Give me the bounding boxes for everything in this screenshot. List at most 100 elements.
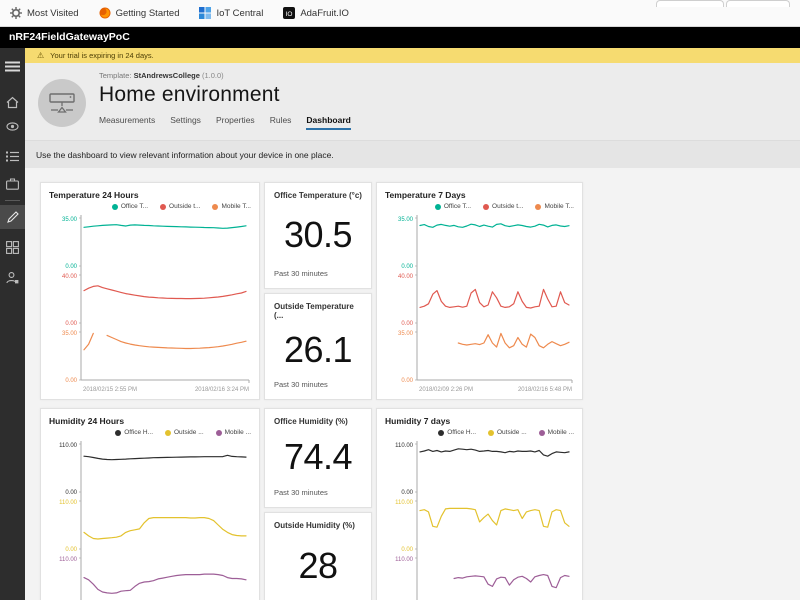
- legend-dot: [165, 430, 171, 436]
- sidebar-nav: [0, 48, 25, 600]
- svg-text:IO: IO: [286, 11, 293, 18]
- tab-properties[interactable]: Properties: [216, 115, 255, 130]
- adafruit-icon: IO: [283, 7, 295, 19]
- kpi-caption: Past 30 minutes: [274, 488, 362, 499]
- legend-item[interactable]: Outside t...: [483, 203, 523, 210]
- line-chart: 110.000.00110.000.00110.000.002018/02/15…: [49, 438, 251, 600]
- line-chart: 35.00 0.00 40.00 0.00 35.00 0.00 2018/02/09 2:…: [385, 212, 574, 402]
- trial-banner: ⚠ Your trial is expiring in 24 days.: [25, 48, 800, 63]
- kpi-value: 26.1: [274, 320, 362, 380]
- svg-text:0.00: 0.00: [401, 490, 413, 496]
- legend-dot: [438, 430, 444, 436]
- legend-item[interactable]: Mobile T...: [535, 203, 574, 210]
- tab-measurements[interactable]: Measurements: [99, 115, 155, 130]
- svg-text:35.00: 35.00: [62, 217, 78, 223]
- legend-item[interactable]: Office H...: [115, 429, 153, 436]
- legend-dot: [539, 430, 545, 436]
- svg-text:2018/02/09 2:26 PM: 2018/02/09 2:26 PM: [419, 387, 473, 393]
- kpi-title: Outside Temperature (...: [274, 302, 362, 320]
- svg-text:0.00: 0.00: [401, 321, 413, 327]
- svg-text:0.00: 0.00: [401, 547, 413, 553]
- kpi-office-temperature: Office Temperature (°c) 30.5 Past 30 min…: [264, 182, 372, 289]
- svg-text:0.00: 0.00: [65, 264, 77, 270]
- svg-text:110.00: 110.00: [395, 557, 414, 563]
- legend-item[interactable]: Outside ...: [488, 429, 527, 436]
- line-chart: 110.000.00110.000.00110.000.002018/02/09…: [385, 438, 574, 600]
- chart-humidity-24h: Humidity 24 Hours Office H... Outside ...…: [40, 408, 260, 600]
- tab-settings[interactable]: Settings: [170, 115, 201, 130]
- chart-title: Humidity 24 Hours: [49, 416, 251, 427]
- svg-text:0.00: 0.00: [65, 547, 77, 553]
- svg-text:35.00: 35.00: [398, 331, 414, 337]
- legend-item[interactable]: Mobile ...: [216, 429, 251, 436]
- legend-dot: [535, 204, 541, 210]
- kpi-value: 74.4: [274, 426, 362, 488]
- analytics-icon[interactable]: [0, 172, 25, 196]
- warning-icon: ⚠: [37, 51, 44, 60]
- device-sets-icon[interactable]: [0, 144, 25, 168]
- browser-tab-edge: [656, 0, 724, 7]
- kpi-title: Office Temperature (°c): [274, 191, 362, 200]
- menu-icon[interactable]: [0, 54, 25, 78]
- chart-legend: Office H... Outside ... Mobile ...: [49, 427, 251, 438]
- bookmark-most-visited[interactable]: Most Visited: [10, 7, 79, 19]
- tab-dashboard[interactable]: Dashboard: [306, 115, 350, 130]
- bookmark-adafruit[interactable]: IO AdaFruit.IO: [283, 7, 349, 19]
- legend-dot: [160, 204, 166, 210]
- svg-text:0.00: 0.00: [65, 321, 77, 327]
- chart-legend: Office T... Outside t... Mobile T...: [49, 201, 251, 212]
- legend-item[interactable]: Office T...: [435, 203, 471, 210]
- microsoft-squares-icon: [199, 7, 211, 19]
- chart-humidity-7d: Humidity 7 days Office H... Outside ... Mo…: [376, 408, 583, 600]
- legend-item[interactable]: Mobile T...: [212, 203, 251, 210]
- dashboard-content: Temperature 24 Hours Office T...Outside …: [25, 168, 800, 600]
- home-icon[interactable]: [0, 90, 25, 114]
- legend-item[interactable]: Outside t...: [160, 203, 200, 210]
- kpi-value: 30.5: [274, 200, 362, 269]
- svg-text:0.00: 0.00: [401, 264, 413, 270]
- window-title: nRF24FieldGatewayPoC: [0, 27, 800, 48]
- chart-legend: Office T... Outside t... Mobile T...: [385, 201, 574, 212]
- bookmark-iot-central[interactable]: IoT Central: [199, 7, 263, 19]
- page-title: Home environment: [99, 83, 351, 107]
- legend-item[interactable]: Outside ...: [165, 429, 204, 436]
- svg-text:2018/02/16 3:24 PM: 2018/02/16 3:24 PM: [195, 387, 249, 393]
- legend-item[interactable]: Office H...: [438, 429, 476, 436]
- gear-icon: [10, 7, 22, 19]
- app-builder-icon[interactable]: [0, 205, 25, 229]
- template-version: (1.0.0): [202, 71, 224, 80]
- kpi-caption: Past 30 minutes: [274, 269, 362, 280]
- svg-text:40.00: 40.00: [62, 274, 78, 280]
- legend-item[interactable]: Office T...: [112, 203, 148, 210]
- user-icon[interactable]: [0, 265, 25, 289]
- legend-dot: [488, 430, 494, 436]
- device-explorer-icon[interactable]: [0, 114, 25, 138]
- bookmark-label: Getting Started: [116, 8, 180, 19]
- svg-text:0.00: 0.00: [401, 378, 413, 384]
- svg-text:0.00: 0.00: [65, 490, 77, 496]
- svg-text:2018/02/16 5:48 PM: 2018/02/16 5:48 PM: [518, 387, 572, 393]
- dashboard-description: Use the dashboard to view relevant infor…: [25, 140, 800, 168]
- svg-text:110.00: 110.00: [59, 557, 78, 563]
- legend-dot: [112, 204, 118, 210]
- svg-text:35.00: 35.00: [398, 217, 414, 223]
- svg-text:110.00: 110.00: [395, 500, 414, 506]
- legend-item[interactable]: Mobile ...: [539, 429, 574, 436]
- template-line: Template: StAndrewsCollege (1.0.0): [99, 71, 351, 80]
- administration-icon[interactable]: [0, 235, 25, 259]
- chart-temperature-7d: Temperature 7 Days Office T...Outside t.…: [376, 182, 583, 400]
- bookmark-label: Most Visited: [27, 8, 79, 19]
- kpi-caption: Past 30 minutes: [274, 380, 362, 391]
- page-header: Template: StAndrewsCollege (1.0.0) Home …: [25, 63, 800, 140]
- bookmark-getting-started[interactable]: Getting Started: [99, 7, 180, 19]
- firefox-icon: [99, 7, 111, 19]
- svg-text:40.00: 40.00: [398, 274, 414, 280]
- legend-dot: [115, 430, 121, 436]
- chart-title: Humidity 7 days: [385, 416, 574, 427]
- sidebar-divider: [5, 200, 20, 201]
- chart-temperature-24h: Temperature 24 Hours Office T...Outside …: [40, 182, 260, 400]
- legend-dot: [435, 204, 441, 210]
- tab-bar: Measurements Settings Properties Rules D…: [99, 115, 351, 130]
- legend-dot: [212, 204, 218, 210]
- tab-rules[interactable]: Rules: [270, 115, 292, 130]
